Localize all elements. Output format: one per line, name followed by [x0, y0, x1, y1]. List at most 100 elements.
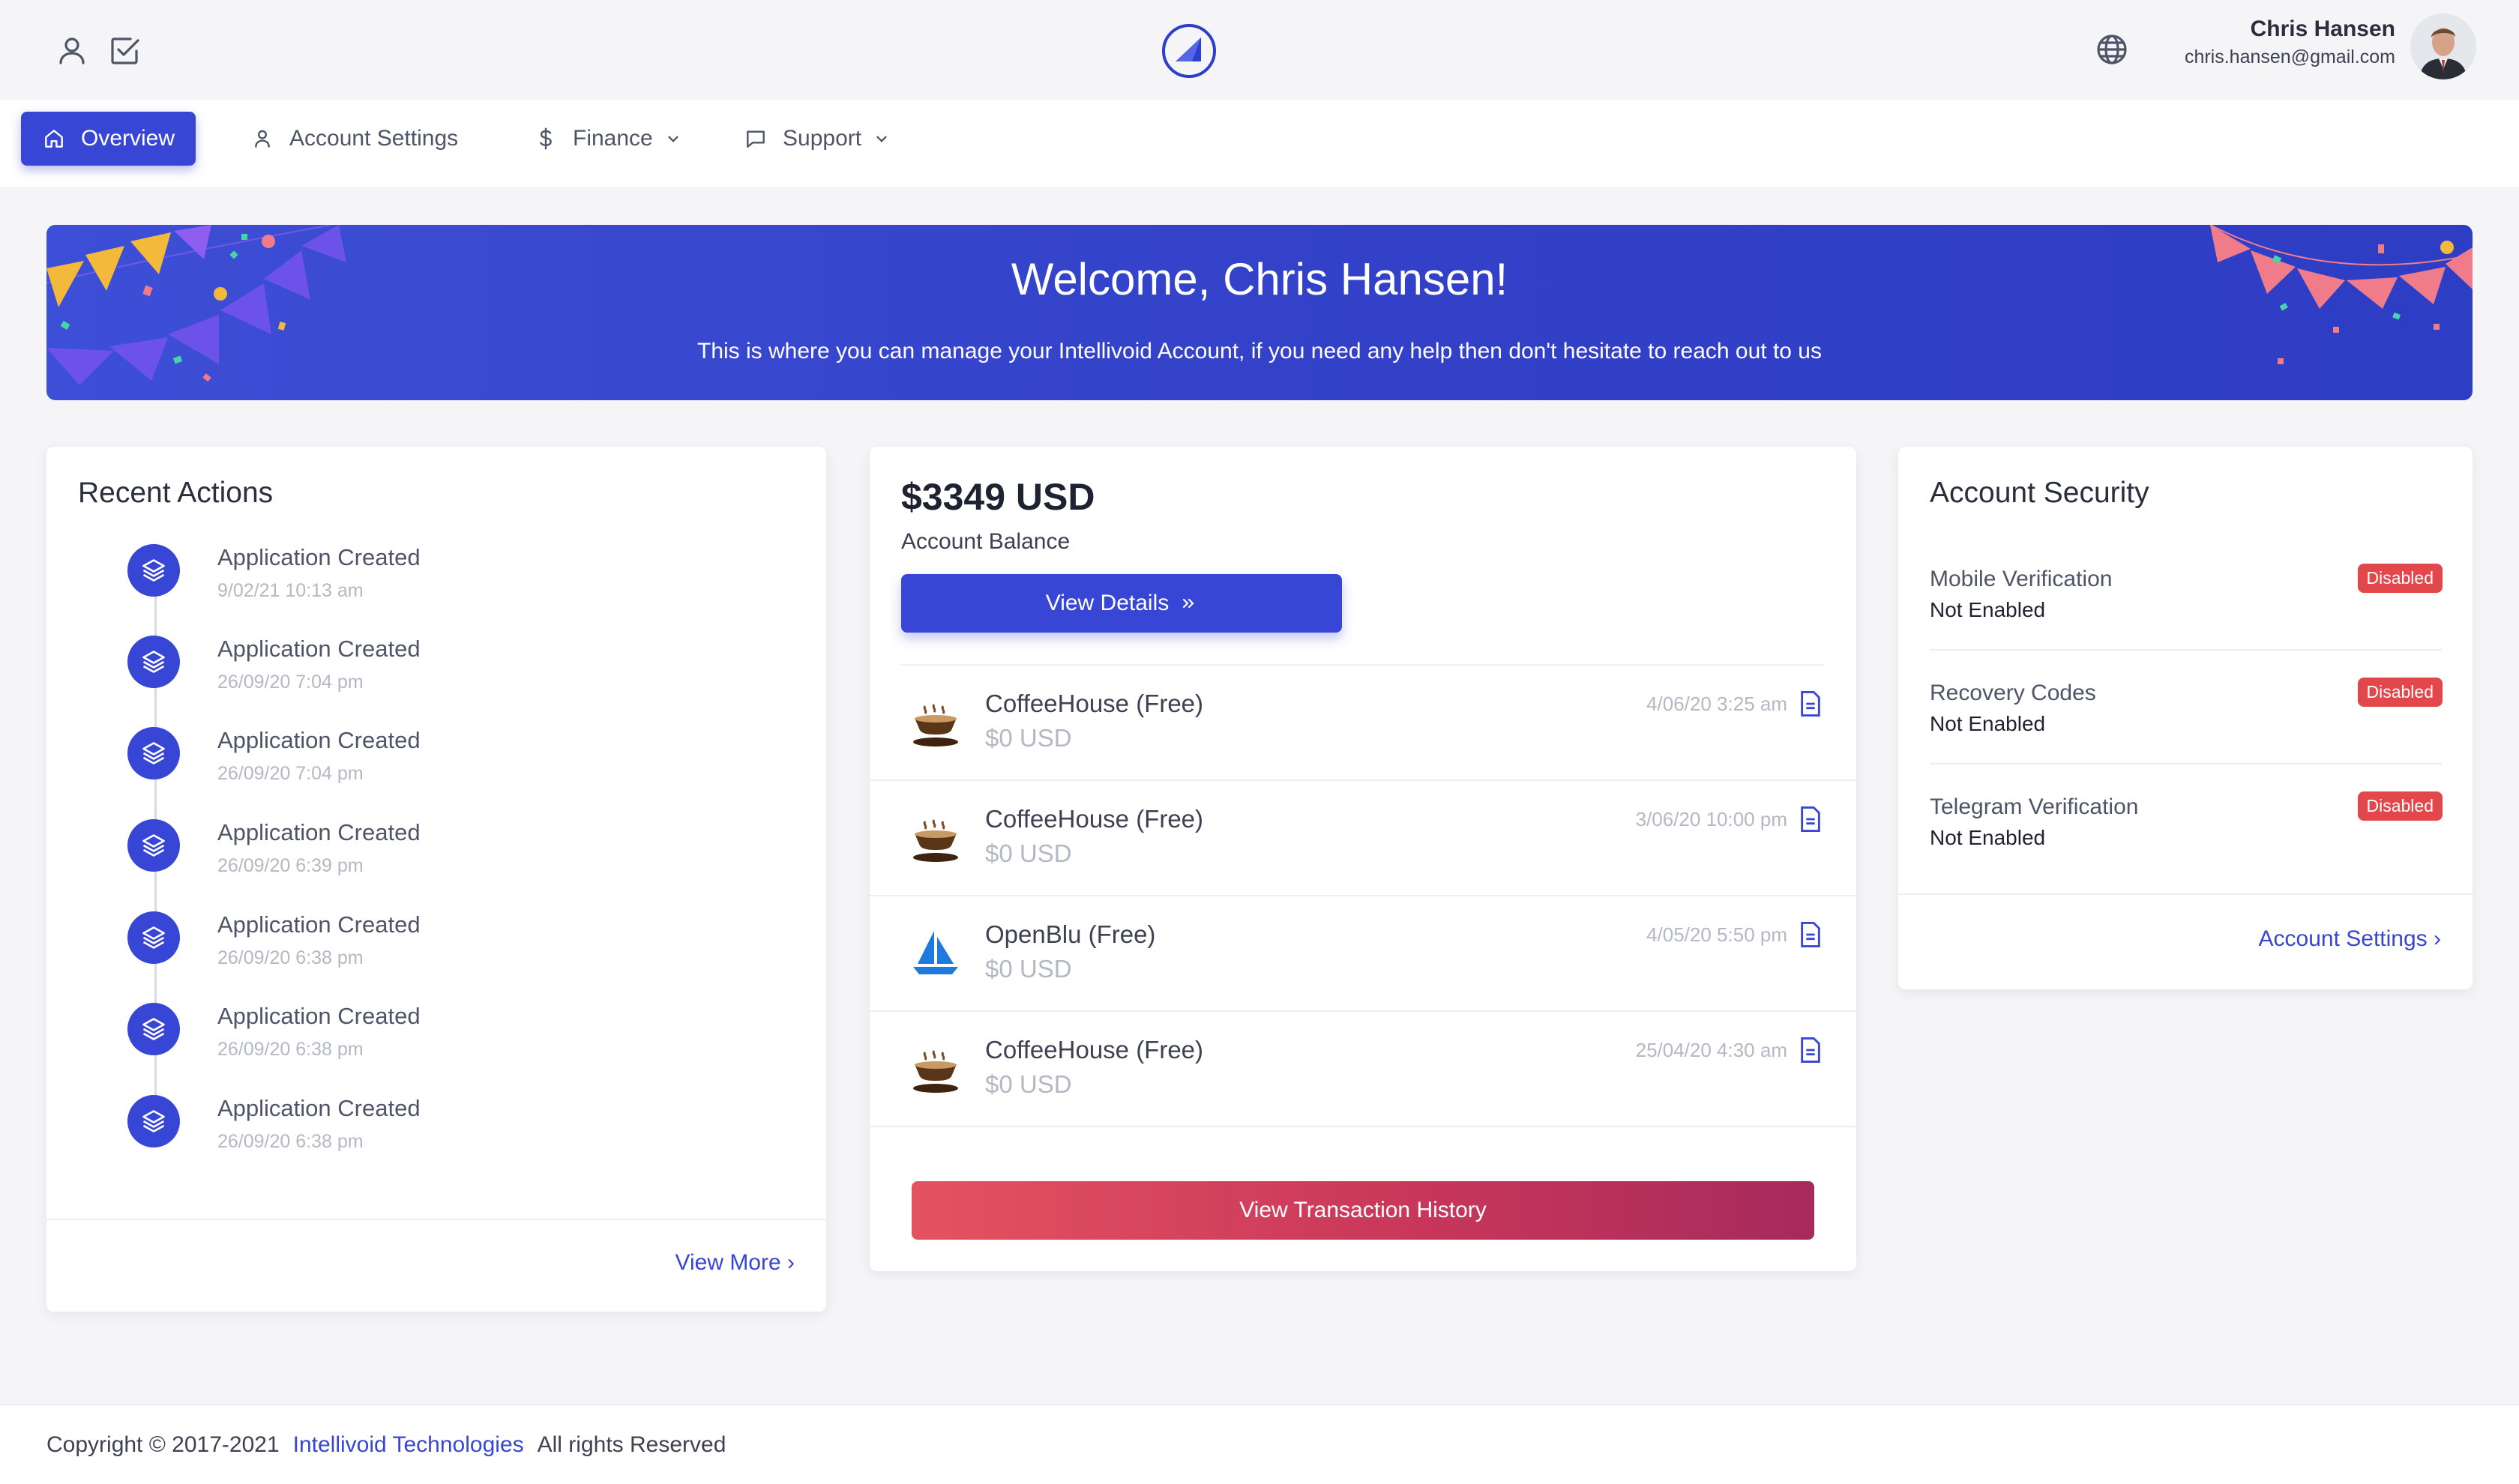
- transaction-date: 4/05/20 5:50 pm: [1646, 923, 1787, 946]
- list-item: Application Created 26/09/20 6:38 pm: [127, 1003, 802, 1078]
- transaction-name: CoffeeHouse (Free): [985, 805, 1204, 833]
- transaction-row[interactable]: OpenBlu (Free) $0 USD 4/05/20 5:50 pm: [870, 896, 1856, 1012]
- transaction-name: OpenBlu (Free): [985, 920, 1156, 948]
- checkbox-tasks-icon[interactable]: [106, 33, 142, 69]
- transaction-row[interactable]: CoffeeHouse (Free) $0 USD 25/04/20 4:30 …: [870, 1012, 1856, 1127]
- intellivoid-logo[interactable]: [1161, 22, 1218, 79]
- document-icon[interactable]: [1799, 806, 1822, 832]
- transaction-amount: $0 USD: [985, 839, 1072, 867]
- action-title: Application Created: [217, 1003, 421, 1029]
- user-name[interactable]: Chris Hansen: [2251, 16, 2395, 42]
- recent-actions-title: Recent Actions: [78, 477, 274, 509]
- confetti-bunting-decoration: [46, 225, 2473, 385]
- action-title: Application Created: [217, 636, 421, 662]
- transaction-amount: $0 USD: [985, 955, 1072, 983]
- account-settings-link[interactable]: Account Settings ›: [2259, 926, 2441, 952]
- security-item-label: Telegram Verification: [1930, 794, 2139, 819]
- main-nav: Overview Account Settings Finance Suppor…: [0, 100, 2519, 188]
- action-title: Application Created: [217, 1095, 421, 1121]
- nav-account-settings-label: Account Settings: [289, 126, 459, 151]
- list-item: Application Created 26/09/20 6:38 pm: [127, 1095, 802, 1170]
- avatar[interactable]: [2410, 13, 2476, 79]
- language-globe-icon[interactable]: [2094, 31, 2130, 67]
- copyright-text: Copyright © 2017-2021 Intellivoid Techno…: [46, 1432, 726, 1458]
- transaction-name: CoffeeHouse (Free): [985, 690, 1204, 717]
- action-title: Application Created: [217, 819, 421, 845]
- chat-icon: [747, 130, 765, 148]
- user-profile-icon[interactable]: [54, 33, 90, 69]
- nav-account-settings[interactable]: Account Settings: [229, 112, 479, 166]
- welcome-title: Welcome, Chris Hansen!: [1011, 254, 1508, 304]
- account-balance-label: Account Balance: [901, 529, 1071, 554]
- transaction-name: CoffeeHouse (Free): [985, 1036, 1204, 1064]
- view-details-button[interactable]: View Details: [901, 574, 1342, 633]
- footer: Copyright © 2017-2021 Intellivoid Techno…: [0, 1405, 2519, 1484]
- action-time: 9/02/21 10:13 am: [217, 580, 364, 601]
- list-item: Application Created 26/09/20 6:38 pm: [127, 911, 802, 986]
- security-item-label: Recovery Codes: [1930, 681, 2096, 705]
- transaction-row[interactable]: CoffeeHouse (Free) $0 USD 4/06/20 3:25 a…: [870, 666, 1856, 781]
- nav-finance-label: Finance: [573, 126, 653, 151]
- layers-icon: [127, 1095, 180, 1147]
- action-time: 26/09/20 6:38 pm: [217, 947, 364, 968]
- security-item-telegram-verification[interactable]: Telegram Verification Not Enabled Disabl…: [1930, 791, 2443, 908]
- list-item: Application Created 26/09/20 6:39 pm: [127, 819, 802, 894]
- recent-actions-card: Recent Actions Application Created 9/02/…: [46, 447, 826, 1312]
- nav-overview-label: Overview: [81, 126, 175, 151]
- status-badge: Disabled: [2357, 564, 2443, 593]
- copyright-label: Copyright © 2017-2021: [46, 1432, 280, 1457]
- view-more-link[interactable]: View More ›: [675, 1250, 795, 1276]
- transaction-amount: $0 USD: [985, 724, 1072, 752]
- security-item-status: Not Enabled: [1930, 826, 2046, 849]
- welcome-subtitle: This is where you can manage your Intell…: [697, 339, 1822, 364]
- layers-icon: [127, 636, 180, 688]
- layers-icon: [127, 819, 180, 872]
- user-icon: [255, 130, 270, 148]
- security-item-recovery-codes[interactable]: Recovery Codes Not Enabled Disabled: [1930, 678, 2443, 794]
- rights-label: All rights Reserved: [537, 1432, 726, 1457]
- action-time: 26/09/20 6:38 pm: [217, 1039, 364, 1060]
- transaction-date: 4/06/20 3:25 am: [1646, 693, 1787, 715]
- layers-icon: [127, 1003, 180, 1055]
- divider: [1898, 893, 2473, 895]
- welcome-banner: Welcome, Chris Hansen! This is where you…: [46, 225, 2473, 400]
- chevron-down-icon: [668, 136, 678, 142]
- layers-icon: [127, 544, 180, 597]
- home-icon: [45, 130, 63, 148]
- balance-card: $3349 USD Account Balance View Details C…: [870, 447, 1856, 1271]
- company-link[interactable]: Intellivoid Technologies: [293, 1432, 524, 1458]
- status-badge: Disabled: [2357, 791, 2443, 821]
- divider: [870, 1126, 1856, 1127]
- security-item-mobile-verification[interactable]: Mobile Verification Not Enabled Disabled: [1930, 564, 2443, 681]
- transaction-row[interactable]: CoffeeHouse (Free) $0 USD 3/06/20 10:00 …: [870, 781, 1856, 896]
- nav-finance[interactable]: Finance: [513, 112, 704, 166]
- coffee-cup-icon: [913, 1050, 958, 1093]
- chevron-down-icon: [876, 136, 887, 142]
- action-title: Application Created: [217, 727, 421, 753]
- security-item-status: Not Enabled: [1930, 712, 2046, 735]
- sailboat-icon: [913, 931, 958, 974]
- nav-overview[interactable]: Overview: [21, 112, 196, 166]
- action-time: 26/09/20 7:04 pm: [217, 672, 364, 693]
- document-icon[interactable]: [1799, 922, 1822, 947]
- view-transaction-history-button[interactable]: View Transaction History: [912, 1181, 1814, 1240]
- account-security-title: Account Security: [1930, 477, 2149, 509]
- layers-icon: [127, 911, 180, 964]
- divider: [1930, 763, 2443, 764]
- account-security-card: Account Security Mobile Verification Not…: [1898, 447, 2473, 989]
- list-item: Application Created 9/02/21 10:13 am: [127, 544, 802, 619]
- layers-icon: [127, 727, 180, 779]
- document-icon[interactable]: [1799, 691, 1822, 717]
- status-badge: Disabled: [2357, 678, 2443, 707]
- coffee-cup-icon: [913, 704, 958, 746]
- transaction-date: 3/06/20 10:00 pm: [1635, 808, 1787, 830]
- top-bar: Chris Hansen chris.hansen@gmail.com: [0, 0, 2519, 100]
- transaction-amount: $0 USD: [985, 1070, 1072, 1098]
- action-time: 26/09/20 6:38 pm: [217, 1131, 364, 1152]
- document-icon[interactable]: [1799, 1037, 1822, 1063]
- view-details-label: View Details: [1045, 591, 1170, 615]
- user-email: chris.hansen@gmail.com: [2184, 46, 2395, 67]
- nav-support[interactable]: Support: [723, 112, 912, 166]
- divider: [1930, 649, 2443, 651]
- dollar-icon: [540, 127, 552, 150]
